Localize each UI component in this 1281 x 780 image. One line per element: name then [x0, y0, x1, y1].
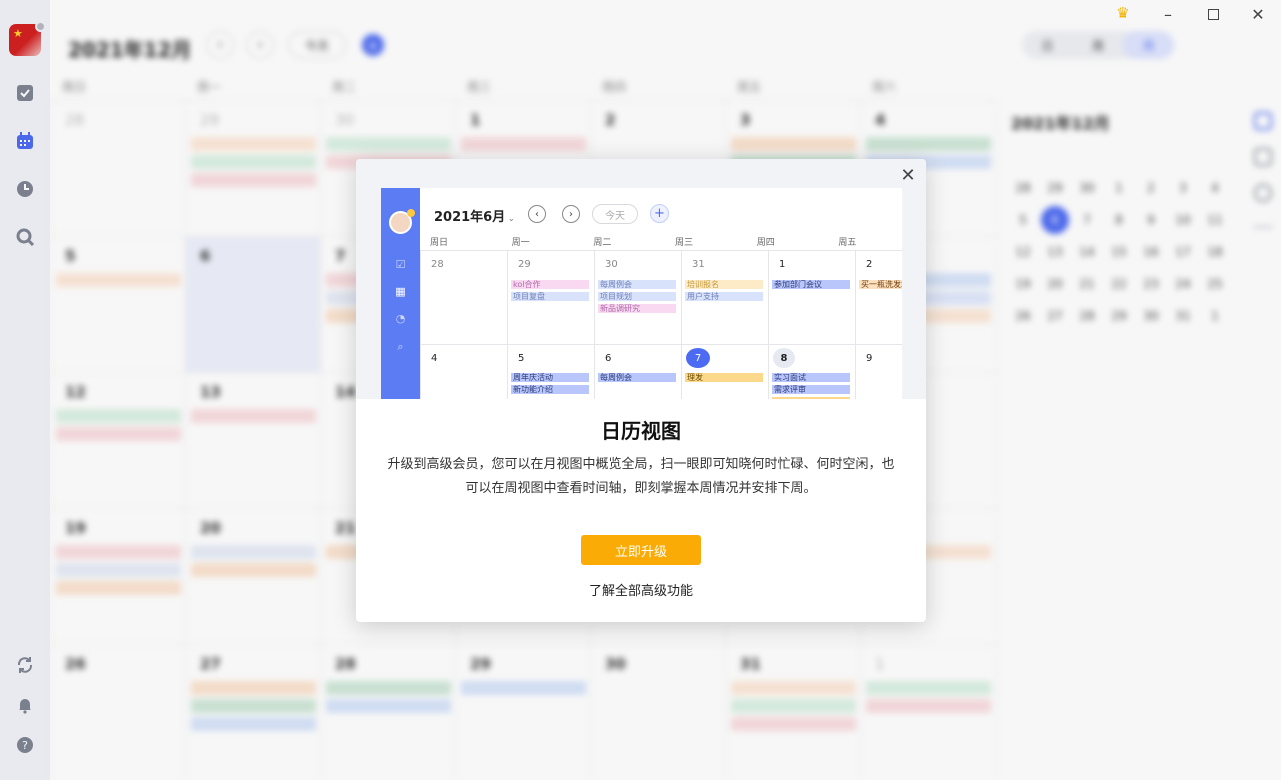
close-window-button[interactable]: ✕ — [1248, 4, 1268, 24]
preview-rail: ☑ ▦ ◔ ⌕ — [381, 188, 420, 399]
preview-event: 培训报名 — [685, 280, 763, 289]
preview-search-icon: ⌕ — [397, 339, 404, 353]
preview-event: 实习面试 — [772, 373, 850, 382]
preview-weekday: 周五 — [838, 238, 857, 248]
preview-day-cell: 29 kol合作 项目复盘 — [507, 250, 594, 344]
upgrade-now-button[interactable]: 立即升级 — [581, 535, 701, 565]
minimize-button[interactable]: – — [1158, 4, 1178, 24]
preview-day-number: 6 — [605, 353, 612, 364]
preview-day-cell: 9 — [855, 344, 902, 399]
preview-event: 需求评审 — [772, 385, 850, 394]
preview-next-icon: › — [562, 205, 580, 223]
preview-day-number: 9 — [866, 353, 873, 364]
preview-day-number: 30 — [605, 259, 618, 270]
preview-month-title: 2021年6月 ⌄ — [434, 206, 515, 225]
preview-weekday: 周日 — [430, 238, 449, 248]
preview-weekday: 周二 — [593, 238, 612, 248]
preview-day-cell: 2 买一瓶洗发水 — [855, 250, 902, 344]
preview-event: 新功能介绍 — [511, 385, 589, 394]
preview-day-cell: 28 — [420, 250, 507, 344]
preview-day-cell: 4 — [420, 344, 507, 399]
preview-event: 用户支持 — [685, 292, 763, 301]
upgrade-modal: ✕ ☑ ▦ ◔ ⌕ 2021年6月 ⌄ ‹ › 今天 + 周日 周一 周二 周三… — [356, 159, 926, 622]
preview-event: 每周例会 — [598, 280, 676, 289]
preview-day-number: 29 — [518, 259, 531, 270]
preview-event: 买一瓶洗发水 — [859, 280, 902, 289]
preview-day-cell: 31 培训报名 用户支持 — [681, 250, 768, 344]
preview-day-cell: 1 参加部门会议 — [768, 250, 855, 344]
preview-calendar-icon: ▦ — [395, 285, 406, 298]
preview-plus-icon: + — [650, 204, 669, 223]
calendar-preview-image: ☑ ▦ ◔ ⌕ 2021年6月 ⌄ ‹ › 今天 + 周日 周一 周二 周三 周… — [381, 188, 902, 399]
maximize-button[interactable] — [1203, 4, 1223, 24]
preview-day-number-today: 8 — [773, 348, 795, 368]
close-icon: ✕ — [900, 164, 916, 186]
preview-event: 项目复盘 — [511, 292, 589, 301]
preview-day-number: 28 — [431, 259, 444, 270]
preview-event: kol合作 — [511, 280, 589, 289]
preview-event: 项目规划 — [598, 292, 676, 301]
preview-day-number: 1 — [779, 259, 786, 270]
modal-title: 日历视图 — [601, 419, 681, 443]
preview-day-cell: 5 周年庆活动 新功能介绍 — [507, 344, 594, 399]
preview-day-cell: 30 每周例会 项目规划 新品调研究 — [594, 250, 681, 344]
preview-event: 理发 — [685, 373, 763, 382]
preview-day-number: 2 — [866, 259, 873, 270]
maximize-icon — [1207, 8, 1219, 20]
preview-weekday-header: 周日 周一 周二 周三 周四 周五 — [420, 235, 902, 249]
chevron-down-icon: ⌄ — [505, 214, 515, 223]
preview-day-number: 4 — [431, 353, 438, 364]
minimize-icon: – — [1164, 4, 1172, 24]
learn-more-link[interactable]: 了解全部高级功能 — [356, 580, 926, 599]
preview-day-cell: 6 每周例会 — [594, 344, 681, 399]
preview-day-cell: 8 实习面试 需求评审 — [768, 344, 855, 399]
close-icon: ✕ — [1251, 4, 1265, 24]
modal-description: 升级到高级会员，您可以在月视图中概览全局，扫一眼即可知晓何时忙碌、何时空闲，也可… — [387, 457, 895, 496]
preview-prev-icon: ‹ — [528, 205, 546, 223]
preview-event: 新品调研究 — [598, 304, 676, 313]
preview-clock-icon: ◔ — [395, 312, 406, 325]
preview-event: 每周例会 — [598, 373, 676, 382]
preview-event: 周年庆活动 — [511, 373, 589, 382]
preview-weekday: 周四 — [756, 238, 775, 248]
preview-checkbox-icon: ☑ — [395, 258, 406, 271]
preview-today-button: 今天 — [592, 204, 638, 224]
preview-event: 参加部门会议 — [772, 280, 850, 289]
preview-day-cell: 7 理发 — [681, 344, 768, 399]
preview-avatar-badge — [407, 209, 415, 217]
preview-event — [772, 397, 850, 399]
preview-day-number: 31 — [692, 259, 705, 270]
preview-weekday: 周一 — [511, 238, 530, 248]
preview-month-title-text: 2021年6月 — [434, 210, 506, 225]
crown-icon[interactable]: ♛ — [1113, 3, 1133, 23]
preview-day-number: 5 — [518, 353, 525, 364]
modal-close-button[interactable]: ✕ — [898, 164, 918, 186]
preview-day-number-selected: 7 — [686, 348, 710, 368]
preview-weekday: 周三 — [675, 238, 694, 248]
